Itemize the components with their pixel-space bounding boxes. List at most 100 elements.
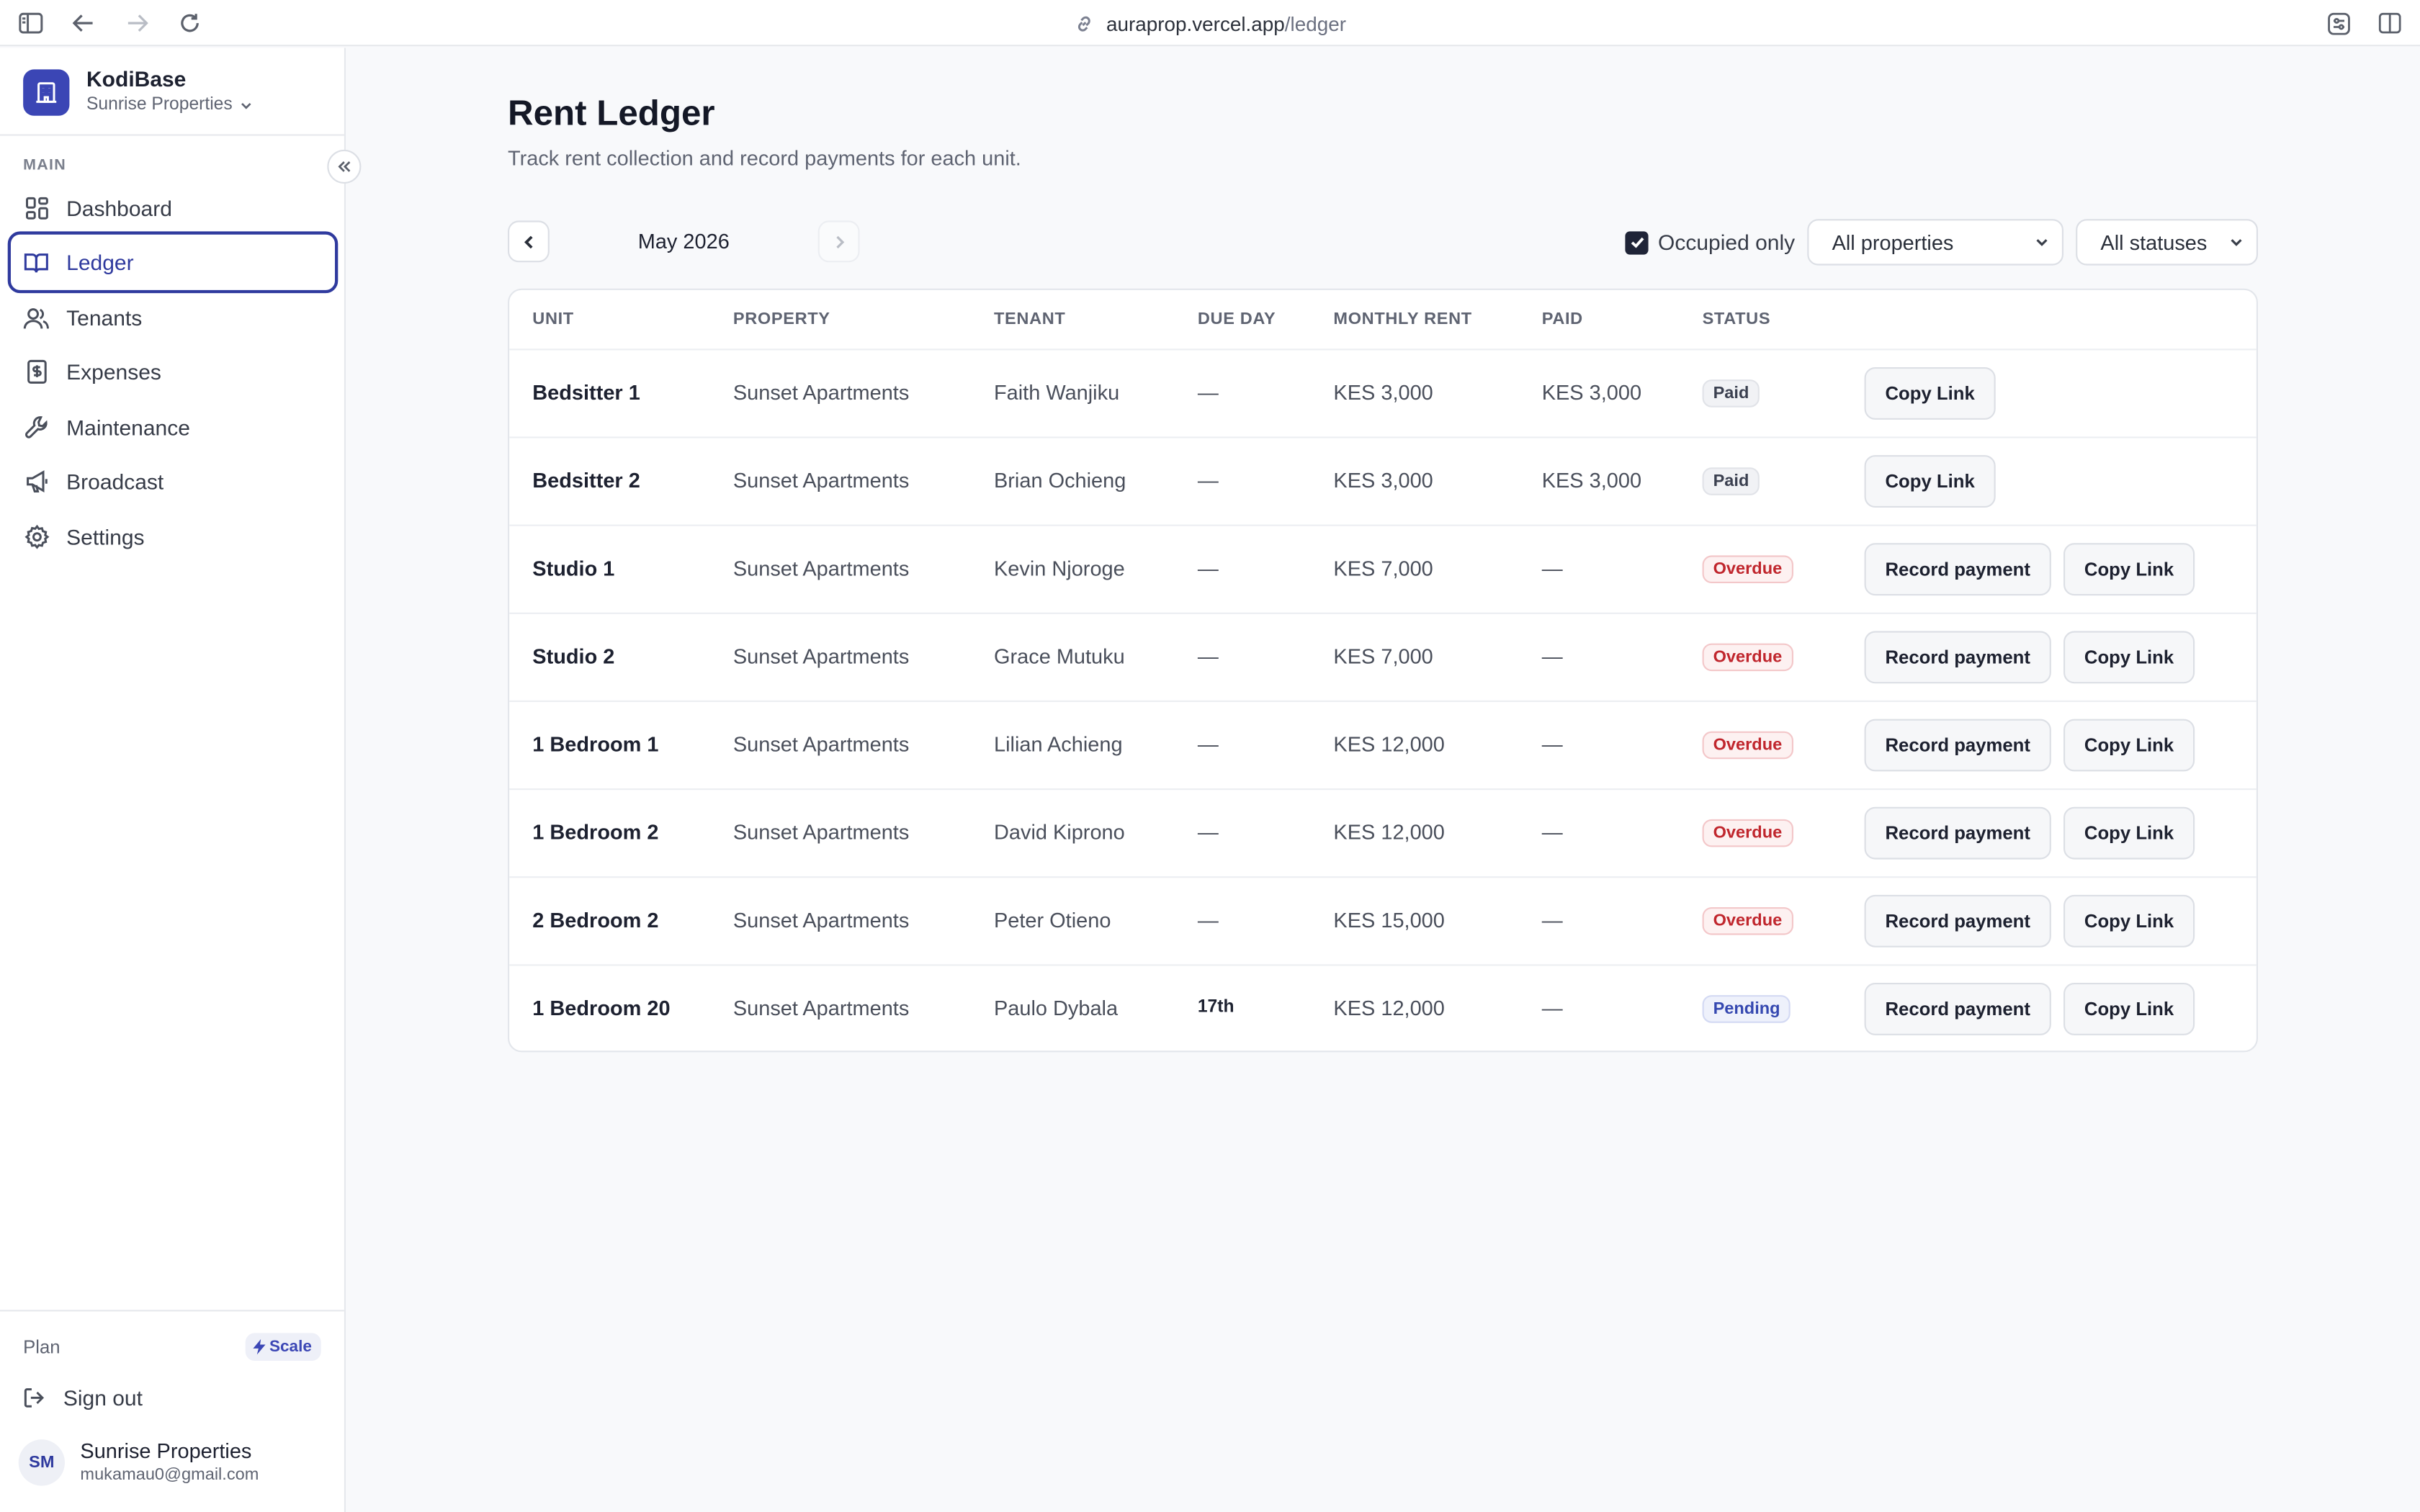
tenant-cell: Faith Wanjiku xyxy=(994,381,1120,405)
sidebar-item-label: Broadcast xyxy=(66,469,164,494)
copy-link-button[interactable]: Copy Link xyxy=(2063,631,2195,684)
url-path: /ledger xyxy=(1284,12,1346,35)
sidebar-item-ledger[interactable]: Ledger xyxy=(7,231,339,294)
url-host: auraprop.vercel.app xyxy=(1106,12,1285,35)
sidebar-item-settings[interactable]: Settings xyxy=(8,506,339,568)
table-row: 2 Bedroom 2 Sunset Apartments Peter Otieno… xyxy=(509,878,2257,966)
unit-cell: 1 Bedroom 20 xyxy=(532,996,671,1020)
megaphone-icon xyxy=(23,468,49,494)
tenant-cell: Kevin Njoroge xyxy=(994,557,1125,580)
column-header-monthly-rent: MONTHLY RENT xyxy=(1333,310,1472,329)
unit-cell: Bedsitter 2 xyxy=(532,469,640,492)
due-day-cell: — xyxy=(1197,557,1219,580)
occupied-only-toggle[interactable]: Occupied only xyxy=(1626,230,1796,255)
copy-link-button[interactable]: Copy Link xyxy=(1864,366,1996,420)
org-switcher[interactable]: KodiBase Sunrise Properties xyxy=(23,66,252,117)
checkbox[interactable] xyxy=(1626,230,1649,254)
table-row: 1 Bedroom 20 Sunset Apartments Paulo Dybal… xyxy=(509,966,2257,1050)
property-cell: Sunset Apartments xyxy=(732,644,910,668)
collapse-sidebar-button[interactable] xyxy=(327,149,362,184)
occupied-only-label: Occupied only xyxy=(1658,230,1796,255)
status-badge: Paid xyxy=(1702,467,1760,495)
chevron-down-icon xyxy=(2034,235,2049,250)
sidebar: KodiBase Sunrise Properties MAIN Dashboa… xyxy=(0,48,362,1512)
extension-icon[interactable] xyxy=(2323,8,2354,39)
book-icon xyxy=(23,249,49,275)
sidebar-item-expenses[interactable]: Expenses xyxy=(8,341,339,403)
tenant-cell: Grace Mutuku xyxy=(994,644,1125,668)
previous-month-button[interactable] xyxy=(508,220,550,263)
copy-link-button[interactable]: Copy Link xyxy=(2063,719,2195,772)
paid-cell: — xyxy=(1541,909,1563,932)
record-payment-button[interactable]: Record payment xyxy=(1864,983,2051,1035)
user-profile[interactable]: SM Sunrise Properties mukamau0@gmail.com xyxy=(18,1439,259,1486)
property-filter-value: All properties xyxy=(1832,230,1954,254)
due-day-cell: — xyxy=(1197,821,1219,845)
sidebar-item-tenants[interactable]: Tenants xyxy=(8,287,339,349)
sign-out-button[interactable]: Sign out xyxy=(23,1385,143,1410)
org-name: Sunrise Properties xyxy=(86,95,233,114)
tenant-cell: Peter Otieno xyxy=(994,909,1111,932)
record-payment-button[interactable]: Record payment xyxy=(1864,806,2051,860)
tenant-cell: Paulo Dybala xyxy=(994,996,1119,1020)
address-bar[interactable]: auraprop.vercel.app/ledger xyxy=(0,9,2420,37)
next-month-button[interactable] xyxy=(817,220,860,263)
lightning-icon xyxy=(252,1339,265,1355)
column-header-paid: PAID xyxy=(1541,310,1583,329)
due-day-cell: — xyxy=(1197,381,1219,405)
record-payment-button[interactable]: Record payment xyxy=(1864,894,2051,948)
due-day-cell: — xyxy=(1197,469,1219,492)
status-filter-select[interactable]: All statuses xyxy=(2076,219,2258,266)
due-day-cell: — xyxy=(1197,732,1219,756)
record-payment-button[interactable]: Record payment xyxy=(1864,719,2051,772)
status-badge: Overdue xyxy=(1702,555,1793,583)
record-payment-button[interactable]: Record payment xyxy=(1864,543,2051,596)
monthly-rent-cell: KES 15,000 xyxy=(1333,909,1445,932)
due-day-cell: 17th xyxy=(1197,998,1234,1017)
month-navigator: May 2026 xyxy=(508,220,860,263)
dashboard-icon xyxy=(23,195,49,221)
divider xyxy=(0,134,344,136)
unit-cell: Studio 2 xyxy=(532,644,615,668)
property-cell: Sunset Apartments xyxy=(732,469,910,492)
table-row: 1 Bedroom 1 Sunset Apartments Lilian Achie… xyxy=(509,702,2257,791)
wrench-icon xyxy=(23,414,49,440)
monthly-rent-cell: KES 3,000 xyxy=(1333,381,1433,405)
plan-label: Plan xyxy=(23,1336,60,1358)
tenant-cell: Brian Ochieng xyxy=(994,469,1126,492)
sidebar-item-maintenance[interactable]: Maintenance xyxy=(8,397,339,459)
copy-link-button[interactable]: Copy Link xyxy=(2063,894,2195,948)
copy-link-button[interactable]: Copy Link xyxy=(2063,543,2195,596)
paid-cell: — xyxy=(1541,557,1563,580)
copy-link-button[interactable]: Copy Link xyxy=(1864,455,1996,508)
plan-badge[interactable]: Scale xyxy=(244,1333,321,1361)
receipt-icon xyxy=(23,359,49,384)
property-filter-select[interactable]: All properties xyxy=(1807,219,2063,266)
property-cell: Sunset Apartments xyxy=(732,909,910,932)
split-view-icon[interactable] xyxy=(2374,8,2405,39)
status-badge: Overdue xyxy=(1702,819,1793,847)
copy-link-button[interactable]: Copy Link xyxy=(2063,806,2195,860)
property-cell: Sunset Apartments xyxy=(732,821,910,845)
sidebar-item-label: Dashboard xyxy=(66,196,172,221)
paid-cell: KES 3,000 xyxy=(1541,469,1642,492)
user-email: mukamau0@gmail.com xyxy=(80,1465,259,1485)
paid-cell: — xyxy=(1541,644,1563,668)
unit-cell: 2 Bedroom 2 xyxy=(532,909,659,932)
table-header: UNIT PROPERTY TENANT DUE DAY MONTHLY REN… xyxy=(509,290,2257,351)
status-badge: Overdue xyxy=(1702,731,1793,760)
property-cell: Sunset Apartments xyxy=(732,557,910,580)
sidebar-item-label: Tenants xyxy=(66,305,143,330)
record-payment-button[interactable]: Record payment xyxy=(1864,631,2051,684)
property-cell: Sunset Apartments xyxy=(732,732,910,756)
paid-cell: — xyxy=(1541,996,1563,1020)
property-cell: Sunset Apartments xyxy=(732,381,910,405)
sidebar-item-dashboard[interactable]: Dashboard xyxy=(8,177,339,239)
status-badge: Pending xyxy=(1702,995,1791,1023)
monthly-rent-cell: KES 3,000 xyxy=(1333,469,1433,492)
column-header-property: PROPERTY xyxy=(732,310,830,329)
sidebar-item-broadcast[interactable]: Broadcast xyxy=(8,451,339,513)
copy-link-button[interactable]: Copy Link xyxy=(2063,983,2195,1035)
column-header-status: STATUS xyxy=(1702,310,1771,329)
paid-cell: KES 3,000 xyxy=(1541,381,1642,405)
